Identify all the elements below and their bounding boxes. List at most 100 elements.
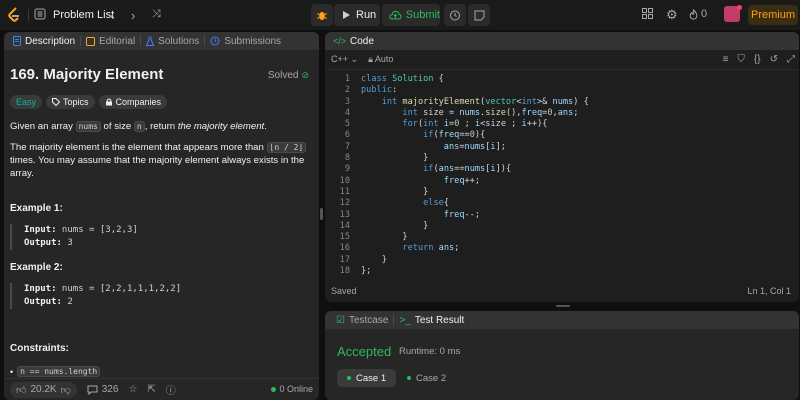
code-text: ans=nums[i];	[443, 141, 506, 152]
shuffle-icon[interactable]: ⤨	[152, 8, 161, 21]
thumbs-up-icon[interactable]: 👍︎	[16, 384, 26, 396]
code-line[interactable]: 14 }	[325, 221, 799, 232]
history-icon	[210, 36, 220, 46]
submit-button[interactable]: Submit	[382, 4, 440, 26]
gear-icon[interactable]: ⚙	[666, 7, 678, 23]
code-line[interactable]: 16 return ans;	[325, 243, 799, 254]
star-icon[interactable]: ☆	[128, 384, 137, 395]
tab-testcase[interactable]: ☑ Testcase	[331, 315, 393, 326]
tab-submissions[interactable]: Submissions	[205, 36, 286, 47]
code-line[interactable]: 15 }	[325, 232, 799, 243]
bookmark-icon[interactable]: ⛉	[737, 54, 745, 65]
solved-label: Solved	[267, 70, 299, 81]
notes-button[interactable]	[468, 4, 490, 26]
flask-icon	[146, 36, 155, 46]
code-editor[interactable]: 1 class Solution {2 public: 3 int majorityE…	[325, 74, 799, 277]
problem-list-icon[interactable]	[34, 8, 46, 20]
timer-button[interactable]	[444, 4, 466, 26]
debug-button[interactable]	[311, 4, 333, 26]
tag-icon	[52, 98, 61, 106]
line-number: 1	[344, 74, 350, 84]
code-line[interactable]: 3 int majorityElement(vector<int>& nums)…	[325, 97, 799, 108]
lock-icon: 🔒︎	[368, 54, 373, 64]
code-text: int size = nums.size(),freq=0,ans;	[402, 107, 579, 118]
code-title: Code	[350, 35, 374, 47]
code-line[interactable]: 5 for(int i=0 ; i<size ; i++){	[325, 119, 799, 130]
share-icon[interactable]: ⇱	[147, 384, 155, 395]
code-line[interactable]: 4 int size = nums.size(),freq=0,ans;	[325, 108, 799, 119]
language-value: C++	[331, 54, 349, 64]
comments-button[interactable]: 326	[87, 384, 118, 395]
horizontal-resize-handle[interactable]	[556, 305, 570, 307]
description-tabs: Description Editorial Solutions Submissi…	[4, 32, 319, 50]
problem-list-link[interactable]: Problem List	[53, 9, 114, 21]
comment-icon	[87, 385, 98, 395]
line-number: 4	[344, 107, 350, 118]
leetcode-logo-icon[interactable]	[6, 6, 22, 24]
page-title[interactable]: 169. Majority Element	[10, 66, 163, 83]
code-text: }	[361, 186, 429, 197]
play-icon	[343, 11, 350, 19]
format-icon[interactable]: ≡	[723, 54, 729, 65]
tab-solutions[interactable]: Solutions	[141, 36, 204, 47]
layout-grid-icon[interactable]	[642, 8, 653, 19]
code-line[interactable]: 1 class Solution {	[325, 74, 799, 85]
tab-label: Testcase	[348, 314, 389, 326]
case-1-button[interactable]: Case 1	[337, 369, 397, 387]
document-icon	[13, 36, 21, 46]
line-number: 13	[339, 209, 350, 220]
streak-counter[interactable]: 0	[689, 8, 707, 20]
code-line[interactable]: 6 if(freq==0){	[325, 130, 799, 141]
line-number: 10	[339, 175, 350, 186]
premium-button[interactable]: Premium	[748, 5, 798, 25]
thumbs-down-icon[interactable]: 👎︎	[61, 384, 71, 396]
code-line[interactable]: 11 }	[325, 187, 799, 198]
line-number: 18	[339, 266, 350, 277]
text: .	[264, 121, 267, 132]
save-status: Saved	[331, 286, 357, 296]
expand-icon[interactable]: ⤢	[787, 54, 795, 65]
code-text: return ans;	[402, 243, 460, 254]
code-line[interactable]: 10 freq++;	[325, 176, 799, 187]
companies-button[interactable]: Companies	[98, 95, 168, 109]
autocomplete-mode[interactable]: 🔒︎ Auto	[368, 54, 393, 65]
code-line[interactable]: 18};	[325, 266, 799, 277]
run-button[interactable]: Run	[334, 4, 380, 26]
terminal-icon: >_	[399, 314, 411, 326]
inline-code: n == nums.length	[17, 366, 101, 377]
chevron-right-icon[interactable]: ›	[131, 8, 135, 23]
pass-dot	[407, 376, 411, 380]
book-icon	[86, 36, 96, 46]
text: of size	[100, 121, 134, 132]
example-1-box: Input: nums = [3,2,3] Output: 3	[10, 224, 310, 250]
code-line[interactable]: 13 freq--;	[325, 210, 799, 221]
language-select[interactable]: C++ ⌄	[331, 54, 358, 65]
case-2-button[interactable]: Case 2	[397, 369, 456, 387]
reset-icon[interactable]: ↺	[770, 54, 778, 65]
inline-code: n	[133, 121, 145, 132]
tab-label: Submissions	[224, 35, 282, 47]
code-header: </> Code	[325, 32, 799, 50]
code-text: if(ans==nums[i]){	[423, 164, 512, 175]
value: 2	[61, 297, 73, 307]
code-line[interactable]: 8 }	[325, 153, 799, 164]
emphasis: the majority element	[177, 121, 265, 132]
example-1-title: Example 1:	[10, 203, 63, 214]
line-number: 5	[344, 119, 350, 130]
code-line[interactable]: 7 ans=nums[i];	[325, 142, 799, 153]
code-line[interactable]: 17 }	[325, 255, 799, 266]
code-line[interactable]: 2 public:	[325, 85, 799, 96]
code-line[interactable]: 9 if(ans==nums[i]){	[325, 164, 799, 175]
chevron-left-icon[interactable]: ‹	[110, 8, 114, 23]
vertical-resize-handle[interactable]	[320, 208, 323, 220]
tab-test-result[interactable]: >_ Test Result	[394, 315, 469, 326]
tab-editorial[interactable]: Editorial	[81, 36, 140, 47]
code-line[interactable]: 12 else{	[325, 198, 799, 209]
topics-button[interactable]: Topics	[46, 95, 95, 109]
braces-icon[interactable]: {}	[754, 54, 761, 65]
line-number: 7	[344, 141, 350, 152]
help-icon[interactable]: ⓘ	[166, 382, 176, 397]
code-text: }	[361, 220, 429, 231]
tab-description[interactable]: Description	[8, 36, 80, 47]
code-text: else{	[423, 198, 449, 209]
